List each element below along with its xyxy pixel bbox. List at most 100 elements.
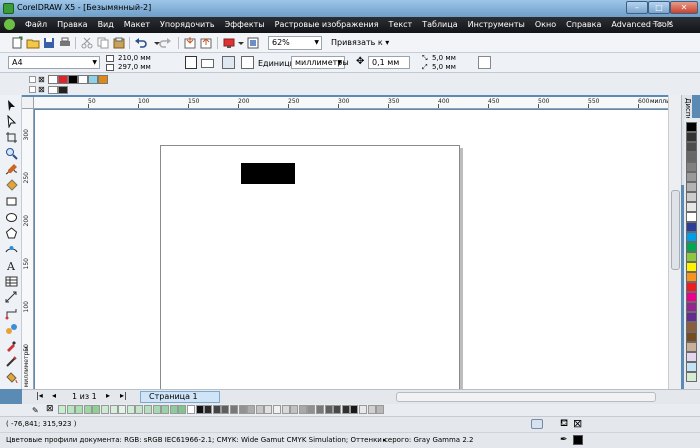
- parallel-dimension-tool-icon[interactable]: [5, 291, 18, 304]
- eyedropper-icon[interactable]: ✎: [32, 406, 39, 415]
- recent-color-swatch[interactable]: [92, 405, 101, 414]
- new-document-icon[interactable]: [10, 36, 24, 50]
- recent-color-swatch[interactable]: [144, 405, 152, 414]
- page-tab[interactable]: Страница 1: [140, 391, 220, 403]
- recent-color-swatch[interactable]: [264, 405, 273, 414]
- recent-color-swatch[interactable]: [195, 405, 204, 414]
- document-palette-swatch[interactable]: [68, 75, 78, 84]
- ellipse-tool-icon[interactable]: [5, 211, 18, 224]
- units-select[interactable]: миллиметры ▼: [291, 56, 349, 69]
- palette-swatch[interactable]: [686, 202, 697, 212]
- document-page[interactable]: [160, 145, 460, 395]
- palette-swatch[interactable]: [686, 372, 697, 382]
- save-icon[interactable]: [42, 36, 56, 50]
- palette-menu-icon[interactable]: [29, 76, 36, 83]
- profile-arrow-icon[interactable]: ▸: [383, 436, 387, 444]
- palette-swatch[interactable]: [686, 272, 697, 282]
- close-button[interactable]: ✕: [670, 1, 698, 14]
- fill-tool-icon[interactable]: [5, 371, 18, 384]
- menu-item-5[interactable]: Эффекты: [220, 17, 270, 33]
- recent-color-swatch[interactable]: [324, 405, 333, 414]
- paste-icon[interactable]: [112, 36, 126, 50]
- no-color-icon[interactable]: ⊠: [38, 75, 45, 84]
- palette-swatch[interactable]: [686, 322, 697, 332]
- connector-tool-icon[interactable]: [5, 307, 18, 320]
- palette-swatch[interactable]: [686, 262, 697, 272]
- recent-color-swatch[interactable]: [187, 405, 195, 414]
- recent-color-swatch[interactable]: [341, 405, 350, 414]
- first-page-icon[interactable]: |◂: [36, 391, 43, 400]
- palette-swatch[interactable]: [686, 212, 697, 222]
- palette-swatch[interactable]: [686, 182, 697, 192]
- palette-swatch[interactable]: [686, 292, 697, 302]
- last-page-icon[interactable]: ▸|: [120, 391, 127, 400]
- recent-color-swatch[interactable]: [367, 405, 376, 414]
- smart-fill-tool-icon[interactable]: [5, 179, 18, 192]
- crop-tool-icon[interactable]: [5, 131, 18, 144]
- no-color-icon[interactable]: ⊠: [38, 85, 45, 94]
- export-icon[interactable]: [199, 36, 213, 50]
- menu-item-2[interactable]: Вид: [93, 17, 119, 33]
- zoom-tool-icon[interactable]: [5, 147, 18, 160]
- recent-color-swatch[interactable]: [290, 405, 299, 414]
- recent-color-swatch[interactable]: [178, 405, 187, 414]
- minimize-button[interactable]: –: [626, 1, 648, 14]
- palette-swatch[interactable]: [686, 252, 697, 262]
- print-icon[interactable]: [58, 36, 72, 50]
- palette-swatch[interactable]: [686, 312, 697, 322]
- fill-none-icon[interactable]: ⊠: [573, 418, 582, 429]
- cut-icon[interactable]: [80, 36, 94, 50]
- palette-swatch[interactable]: [686, 222, 697, 232]
- duplicate-distance-x[interactable]: 5,0 мм: [432, 54, 456, 62]
- recent-color-swatch[interactable]: [238, 405, 247, 414]
- page-height-value[interactable]: 297,0 мм: [118, 63, 151, 71]
- vertical-ruler[interactable]: 300 250 200 150 100 50 миллиметры: [22, 109, 34, 389]
- duplicate-distance-y[interactable]: 5,0 мм: [432, 63, 456, 71]
- recent-color-swatch[interactable]: [75, 405, 84, 414]
- chevron-down-icon[interactable]: ▼: [314, 37, 319, 49]
- undo-icon[interactable]: [134, 36, 148, 50]
- import-icon[interactable]: [183, 36, 197, 50]
- open-folder-icon[interactable]: [26, 36, 40, 50]
- recent-color-swatch[interactable]: [83, 405, 92, 414]
- document-palette-swatch[interactable]: [98, 75, 108, 84]
- recent-color-swatch[interactable]: [118, 405, 127, 414]
- palette-swatch[interactable]: [686, 192, 697, 202]
- recent-color-swatch[interactable]: [212, 405, 221, 414]
- freehand-tool-icon[interactable]: [5, 163, 18, 176]
- menu-item-9[interactable]: Инструменты: [463, 17, 530, 33]
- recent-color-swatch[interactable]: [230, 405, 238, 414]
- color-proof-icon[interactable]: [531, 419, 543, 429]
- document-menu-icon[interactable]: [4, 19, 15, 30]
- palette-swatch[interactable]: [686, 302, 697, 312]
- menu-item-6[interactable]: Растровые изображения: [270, 17, 384, 33]
- maximize-button[interactable]: □: [648, 1, 670, 14]
- palette-swatch[interactable]: [686, 332, 697, 342]
- copy-icon[interactable]: [96, 36, 110, 50]
- document-window-controls[interactable]: – ▫ ✕: [652, 19, 673, 28]
- menu-item-10[interactable]: Окно: [530, 17, 561, 33]
- outline-color-swatch[interactable]: [573, 435, 583, 445]
- document-palette-swatch[interactable]: [48, 75, 58, 84]
- recent-color-swatch[interactable]: [161, 405, 170, 414]
- next-page-icon[interactable]: ▸: [106, 391, 110, 400]
- eyedropper-tool-icon[interactable]: [5, 339, 18, 352]
- palette-swatch[interactable]: [686, 342, 697, 352]
- recent-color-swatch[interactable]: [281, 405, 290, 414]
- vertical-scrollbar[interactable]: [668, 95, 681, 389]
- palette-menu-icon[interactable]: [29, 86, 36, 93]
- black-rectangle-object[interactable]: [241, 163, 295, 184]
- rectangle-tool-icon[interactable]: [5, 195, 18, 208]
- document-options-icon[interactable]: [478, 56, 491, 69]
- vertical-scroll-thumb[interactable]: [671, 190, 680, 270]
- palette-swatch[interactable]: [686, 142, 697, 152]
- previous-page-icon[interactable]: ◂: [52, 391, 56, 400]
- recent-color-swatch[interactable]: [359, 405, 367, 414]
- nudge-distance-input[interactable]: 0,1 мм: [368, 56, 410, 69]
- recent-color-swatch[interactable]: [101, 405, 109, 414]
- menu-item-0[interactable]: Файл: [20, 17, 52, 33]
- current-page-icon[interactable]: [241, 56, 254, 69]
- recent-color-swatch[interactable]: [58, 405, 66, 414]
- palette-swatch[interactable]: [686, 172, 697, 182]
- palette-swatch[interactable]: [686, 152, 697, 162]
